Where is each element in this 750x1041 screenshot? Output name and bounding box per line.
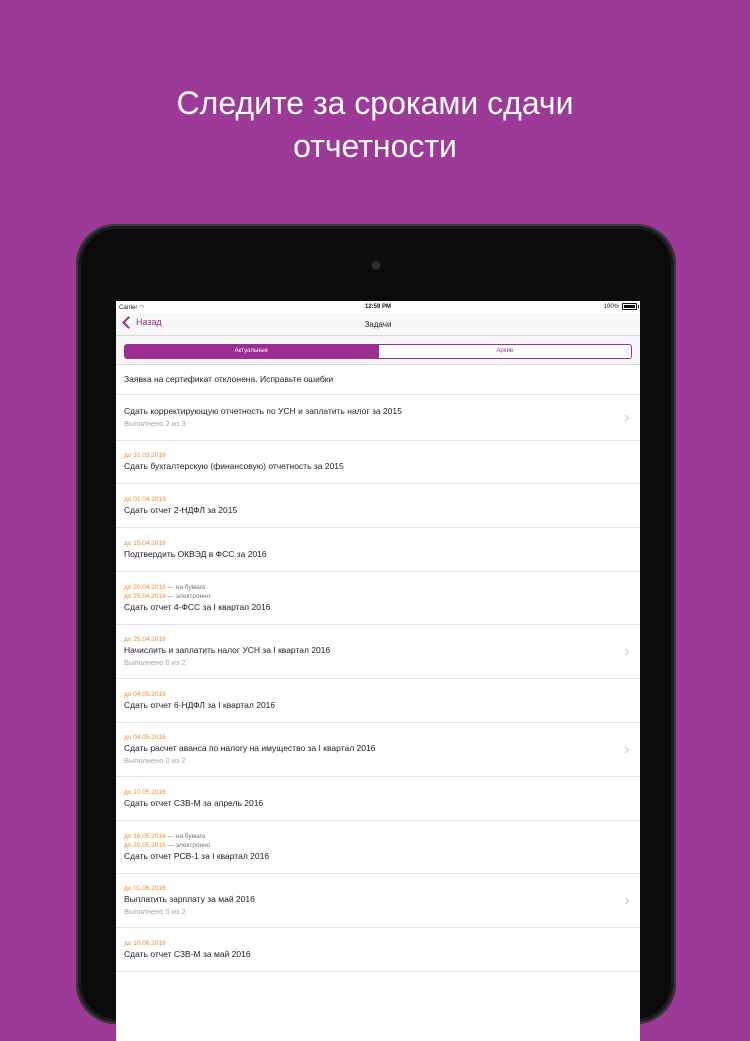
app-screen: Carrier ◠ 12:59 PM 100% Назад Задачи Акт… <box>116 301 640 1041</box>
task-title: Сдать отчет 4-ФСС за I квартал 2016 <box>124 601 271 612</box>
promo-headline: Следите за сроками сдачи отчетности <box>0 82 750 168</box>
task-row[interactable]: до 10.05.2016 Сдать отчет СЗВ-М за апрель… <box>116 777 640 821</box>
task-title: Сдать отчет СЗВ-М за май 2016 <box>124 948 251 959</box>
segment-current[interactable]: Актуальные <box>125 345 378 358</box>
page-title: Задачи <box>364 320 392 329</box>
status-time: 12:59 PM <box>364 304 391 310</box>
task-due-date: до 04.05.2016 <box>124 733 166 741</box>
task-row[interactable]: до 01.04.2016 Сдать отчет 2-НДФЛ за 2015 <box>116 484 640 528</box>
segmented-control: Актуальные Архив <box>124 344 632 359</box>
task-due-date: до 01.04.2016 <box>124 495 166 503</box>
task-progress: Выполнено 2 из 3 <box>124 419 186 428</box>
status-bar: Carrier ◠ 12:59 PM 100% <box>116 301 640 313</box>
task-title: Сдать отчет СЗВ-М за апрель 2016 <box>124 797 264 808</box>
task-due-date: до 10.06.2016 <box>124 939 166 947</box>
battery-percent: 100% <box>603 303 619 310</box>
task-title: Сдать отчет 6-НДФЛ за I квартал 2016 <box>124 699 276 710</box>
task-due-date: до 20.04.2016 — на бумаге <box>124 583 206 591</box>
task-due-date: до 15.04.2016 <box>124 539 166 547</box>
battery-indicator: 100% <box>603 303 639 310</box>
task-title: Заявка на сертификат отклонена. Исправьт… <box>124 374 334 384</box>
task-row[interactable]: Заявка на сертификат отклонена. Исправьт… <box>116 365 640 395</box>
ipad-frame: Carrier ◠ 12:59 PM 100% Назад Задачи Акт… <box>76 224 676 1041</box>
task-title: Выплатить зарплату за май 2016 <box>124 893 255 904</box>
headline-line-1: Следите за сроками сдачи <box>176 85 574 121</box>
task-due-date: до 01.06.2016 <box>124 884 166 892</box>
task-title: Сдать отчет РСВ-1 за I квартал 2016 <box>124 850 270 861</box>
task-title: Сдать расчет аванса по налогу на имущест… <box>124 742 376 753</box>
task-row[interactable]: до 25.04.2016 Начислить и заплатить налог… <box>116 625 640 679</box>
task-row[interactable]: до 01.06.2016 Выплатить зарплату за май 2… <box>116 874 640 928</box>
task-title: Сдать отчет 2-НДФЛ за 2015 <box>124 504 238 515</box>
task-progress: Выполнено 0 из 2 <box>124 657 186 667</box>
task-due-note: — электронно <box>165 592 211 600</box>
task-list: Заявка на сертификат отклонена. Исправьт… <box>116 365 640 972</box>
task-row[interactable]: Сдать корректирующую отчетность по УСН и… <box>116 395 640 441</box>
navigation-bar: Назад Задачи <box>116 313 640 336</box>
task-row[interactable]: до 20.04.2016 — на бумаге до 25.04.2016 —… <box>116 572 640 625</box>
task-title: Подтвердить ОКВЭД в ФСС за 2016 <box>124 548 267 559</box>
task-due-date: до 25.04.2016 <box>124 635 166 643</box>
headline-line-2: отчетности <box>293 128 457 164</box>
segment-bar: Актуальные Архив <box>116 336 640 365</box>
task-title: Начислить и заплатить налог УСН за I ква… <box>124 644 331 655</box>
task-due-date: до 04.05.2016 <box>124 690 166 698</box>
task-due-note: — электронно <box>165 841 211 849</box>
task-row[interactable]: до 16.05.2016 — на бумаге до 20.05.2016 —… <box>116 821 640 874</box>
battery-icon <box>622 303 639 310</box>
task-due-note: — на бумаге <box>165 832 206 840</box>
segment-archive[interactable]: Архив <box>377 345 631 358</box>
task-row[interactable]: до 31.03.2016 Сдать бухгалтерскую (финанс… <box>116 441 640 484</box>
task-due-date: до 16.05.2016 — на бумаге <box>124 832 206 840</box>
task-row[interactable]: до 04.05.2016 Сдать отчет 6-НДФЛ за I ква… <box>116 679 640 723</box>
task-row[interactable]: до 15.04.2016 Подтвердить ОКВЭД в ФСС за … <box>116 528 640 572</box>
task-row[interactable]: до 04.05.2016 Сдать расчет аванса по нало… <box>116 723 640 777</box>
task-progress: Выполнено 0 из 2 <box>124 906 186 916</box>
task-progress: Выполнено 0 из 2 <box>124 755 186 765</box>
task-title: Сдать бухгалтерскую (финансовую) отчетно… <box>124 461 344 471</box>
task-due-date-secondary: до 25.04.2016 — электронно <box>124 592 211 600</box>
task-due-date: до 31.03.2016 <box>124 452 166 459</box>
task-due-date-secondary: до 20.05.2016 — электронно <box>124 841 211 849</box>
front-camera <box>372 261 380 269</box>
task-due-date: до 10.05.2016 <box>124 788 166 796</box>
task-row[interactable]: до 10.06.2016 Сдать отчет СЗВ-М за май 20… <box>116 928 640 972</box>
task-title: Сдать корректирующую отчетность по УСН и… <box>124 406 402 416</box>
task-due-note: — на бумаге <box>165 583 206 591</box>
